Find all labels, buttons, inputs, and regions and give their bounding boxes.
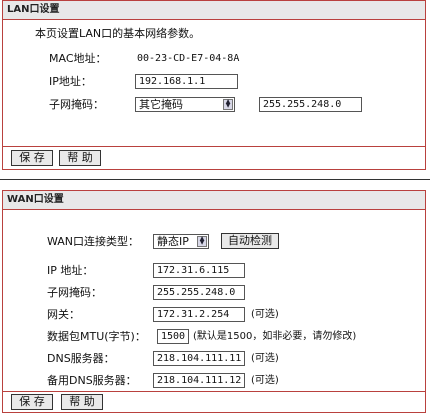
wan-panel-title: WAN口设置	[3, 191, 425, 210]
lan-ip-input[interactable]	[135, 74, 238, 89]
backup-dns-input[interactable]	[153, 373, 245, 388]
auto-detect-button[interactable]: 自动检测	[221, 233, 279, 249]
mac-address-value: 00-23-CD-E7-04-8A	[137, 53, 240, 64]
dns-optional-note: (可选)	[251, 353, 279, 364]
backup-dns-label: 备用DNS服务器：	[47, 374, 137, 387]
gateway-input[interactable]	[153, 307, 245, 322]
updown-arrow-icon: ▲ ▼	[197, 236, 207, 247]
lan-mask-label: 子网掩码：	[49, 98, 104, 111]
wan-type-select-value: 静态IP	[157, 235, 189, 248]
mtu-note: (默认是1500，如非必要，请勿修改)	[193, 331, 357, 342]
dns-label: DNS服务器：	[47, 352, 115, 365]
dns-input[interactable]	[153, 351, 245, 366]
wan-help-button[interactable]: 帮 助	[61, 394, 103, 410]
lan-ip-label: IP地址：	[49, 75, 92, 88]
gateway-optional-note: (可选)	[251, 309, 279, 320]
wan-ip-label: IP 地址：	[47, 264, 94, 277]
backup-dns-optional-note: (可选)	[251, 375, 279, 386]
wan-type-select[interactable]: 静态IP ▲ ▼	[153, 234, 209, 249]
lan-panel-title: LAN口设置	[3, 1, 425, 20]
mtu-input[interactable]	[157, 329, 189, 344]
lan-mask-input[interactable]	[259, 97, 362, 112]
updown-arrow-icon: ▲ ▼	[223, 99, 233, 110]
gateway-label: 网关：	[47, 308, 80, 321]
wan-save-button[interactable]: 保 存	[11, 394, 53, 410]
mtu-label: 数据包MTU(字节)：	[47, 330, 146, 343]
wan-mask-label: 子网掩码：	[47, 286, 102, 299]
wan-settings-panel: WAN口设置 WAN口连接类型： 静态IP ▲▼ 自动检测 IP 地址： 子网掩…	[2, 190, 426, 413]
lan-help-button[interactable]: 帮 助	[59, 150, 101, 166]
wan-mask-input[interactable]	[153, 285, 245, 300]
lan-save-button[interactable]: 保 存	[11, 150, 53, 166]
section-divider	[0, 179, 430, 180]
mac-address-label: MAC地址：	[49, 52, 107, 65]
lan-mask-select[interactable]: 其它掩码 ▲ ▼	[135, 97, 235, 112]
lan-settings-panel: LAN口设置 本页设置LAN口的基本网络参数。 MAC地址： 00-23-CD-…	[2, 0, 426, 170]
lan-mask-select-value: 其它掩码	[139, 98, 183, 111]
lan-description: 本页设置LAN口的基本网络参数。	[35, 27, 201, 40]
lan-button-bar: 保 存 帮 助	[3, 146, 425, 169]
wan-ip-input[interactable]	[153, 263, 245, 278]
wan-button-bar: 保 存 帮 助	[3, 391, 425, 412]
wan-type-label: WAN口连接类型：	[47, 235, 140, 248]
